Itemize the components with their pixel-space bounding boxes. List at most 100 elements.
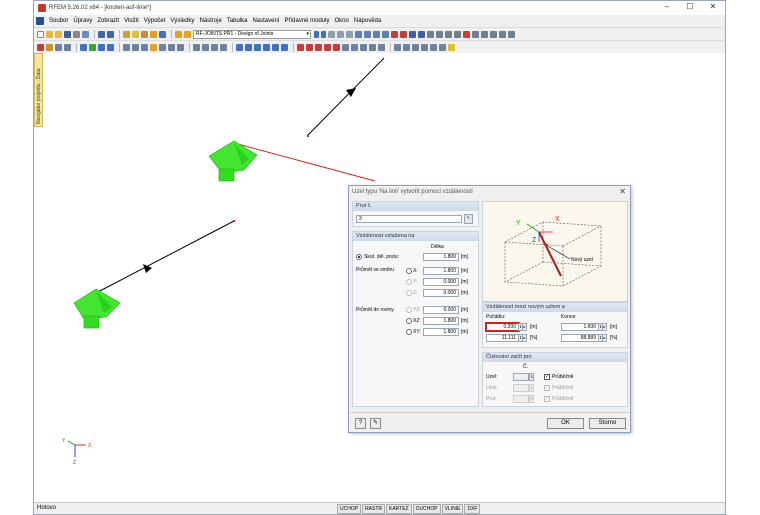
tool-icon[interactable] (132, 43, 139, 51)
edit-settings-icon[interactable]: ✎ (370, 418, 381, 429)
prev-icon[interactable] (314, 30, 319, 38)
tool-icon[interactable] (141, 30, 148, 38)
start-distance-input[interactable]: 0.200 (485, 322, 520, 332)
tool-icon[interactable] (369, 43, 376, 51)
tool-icon[interactable] (472, 30, 479, 38)
tool-icon[interactable] (382, 30, 389, 38)
ok-button[interactable]: OK (547, 418, 584, 429)
tool-icon[interactable] (55, 43, 62, 51)
tool-icon[interactable] (454, 30, 461, 38)
redo-icon[interactable] (107, 30, 114, 38)
menu-okno[interactable]: Okno (335, 18, 349, 24)
tool-icon[interactable] (333, 43, 340, 51)
tool-icon[interactable] (445, 30, 452, 38)
support-icon[interactable] (73, 288, 121, 329)
tool-icon[interactable] (306, 43, 313, 51)
spin-icon[interactable]: ▸ (602, 323, 607, 331)
tool-icon[interactable] (220, 43, 227, 51)
radio-dir-z[interactable] (406, 290, 412, 296)
new-file-icon[interactable] (37, 30, 44, 38)
module-combo[interactable]: RF-JOINTS PŘ1 - Design of Joints ▾ (193, 29, 311, 39)
results-icon[interactable] (184, 30, 191, 38)
spin-icon[interactable]: ▸ (522, 334, 527, 342)
close-icon[interactable]: ✕ (703, 2, 723, 11)
tool-icon[interactable] (132, 30, 139, 38)
tool-icon[interactable] (324, 43, 331, 51)
dialog-close-icon[interactable]: ✕ (619, 187, 626, 196)
open-folder-icon[interactable] (55, 30, 62, 38)
tool-icon[interactable] (159, 43, 166, 51)
tool-icon[interactable] (245, 43, 252, 51)
cancel-button[interactable]: Storno (589, 418, 626, 429)
tool-icon[interactable] (448, 43, 455, 51)
end-distance-input[interactable]: 1.600 (561, 323, 599, 331)
menu-vypocet[interactable]: Výpočet (144, 18, 166, 24)
next-icon[interactable] (321, 30, 326, 38)
undo-icon[interactable] (98, 30, 105, 38)
menu-nastaveni[interactable]: Nastavení (252, 18, 279, 24)
tool-icon[interactable] (364, 30, 371, 38)
tool-icon[interactable] (412, 43, 419, 51)
tool-icon[interactable] (337, 30, 344, 38)
delete-icon[interactable] (463, 30, 470, 38)
tool-icon[interactable] (159, 30, 166, 38)
node-number-input[interactable] (513, 373, 529, 381)
tool-icon[interactable] (360, 43, 367, 51)
tool-icon[interactable] (202, 43, 209, 51)
tool-icon[interactable] (430, 43, 437, 51)
tool-icon[interactable] (490, 30, 497, 38)
tool-icon[interactable] (64, 43, 71, 51)
line-number-input[interactable] (513, 384, 529, 392)
radio-plane-xz[interactable] (406, 318, 412, 324)
status-btn-rastr[interactable]: RASTR (362, 504, 386, 514)
spin-icon[interactable]: ▸ (602, 334, 607, 342)
tool-icon[interactable] (107, 43, 114, 51)
end-percent-input[interactable]: 88.889 (561, 334, 599, 342)
tool-icon[interactable] (378, 43, 385, 51)
menu-vlozit[interactable]: Vložit (124, 18, 139, 24)
radio-plane-xy[interactable] (406, 329, 412, 335)
help-icon[interactable]: ? (355, 418, 366, 429)
tool-icon[interactable] (141, 43, 148, 51)
start-percent-input[interactable]: 11.111 (486, 334, 519, 342)
menu-vysledky[interactable]: Výsledky (170, 18, 194, 24)
selected-member-line[interactable] (233, 142, 376, 182)
tool-icon[interactable] (346, 30, 353, 38)
tool-icon[interactable] (355, 30, 362, 38)
tool-icon[interactable] (481, 30, 488, 38)
tool-icon[interactable] (281, 43, 288, 51)
menu-moduly[interactable]: Přídavné moduly (284, 18, 329, 24)
status-btn-kartez[interactable]: KARTEZ (386, 504, 412, 514)
tool-icon[interactable] (418, 30, 425, 38)
tool-icon[interactable] (272, 43, 279, 51)
tool-icon[interactable] (427, 30, 434, 38)
copy-icon[interactable] (82, 30, 89, 38)
spin-icon[interactable]: ▸ (522, 323, 527, 331)
open-icon[interactable] (46, 30, 53, 38)
tool-icon[interactable] (391, 30, 398, 38)
tool-icon[interactable] (328, 30, 335, 38)
tool-icon[interactable] (436, 30, 443, 38)
tool-icon[interactable] (236, 43, 243, 51)
tool-icon[interactable] (177, 43, 184, 51)
radio-plane-yz[interactable] (406, 307, 412, 313)
tool-icon[interactable] (508, 30, 515, 38)
tool-icon[interactable] (409, 30, 416, 38)
maximize-icon[interactable]: ☐ (680, 2, 700, 11)
status-btn-uchop[interactable]: UCHOP (337, 504, 362, 514)
results-icon[interactable] (175, 30, 182, 38)
menu-tabulka[interactable]: Tabulka (227, 18, 248, 24)
save-icon[interactable] (64, 30, 71, 38)
menu-napoveda[interactable]: Nápověda (354, 18, 381, 24)
tool-icon[interactable] (263, 43, 270, 51)
tool-icon[interactable] (421, 43, 428, 51)
menu-soubor[interactable]: Soubor (49, 18, 68, 24)
tool-icon[interactable] (315, 43, 322, 51)
tool-icon[interactable] (89, 43, 96, 51)
tool-icon[interactable] (150, 43, 157, 51)
tool-icon[interactable] (193, 43, 200, 51)
tool-icon[interactable] (80, 43, 87, 51)
menu-upravy[interactable]: Úpravy (73, 18, 92, 24)
member-continuous-checkbox[interactable]: ✓ (544, 396, 550, 402)
tool-icon[interactable] (351, 43, 358, 51)
